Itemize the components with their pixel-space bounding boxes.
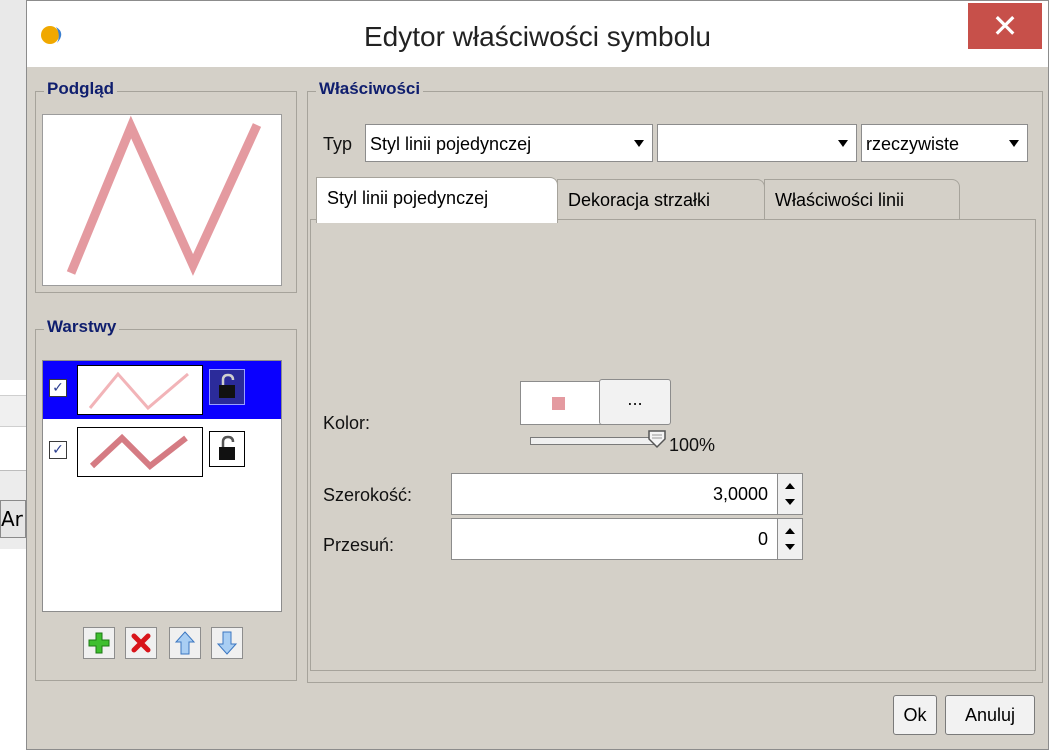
layers-group: Warstwy ✓ ✓ bbox=[35, 317, 297, 681]
layer-visible-checkbox-2[interactable]: ✓ bbox=[49, 441, 67, 459]
layers-list[interactable]: ✓ ✓ bbox=[42, 360, 282, 612]
stepper-down-icon[interactable] bbox=[785, 499, 795, 505]
color-swatch[interactable] bbox=[520, 381, 602, 425]
close-icon: ✕ bbox=[991, 7, 1019, 45]
type-select-value: Styl linii pojedynczej bbox=[370, 134, 532, 154]
delete-layer-button[interactable] bbox=[125, 627, 157, 659]
add-layer-button[interactable] bbox=[83, 627, 115, 659]
layer-thumbnail-2 bbox=[77, 427, 203, 477]
dialog-title: Edytor właściwości symbolu bbox=[364, 21, 711, 52]
preview-canvas bbox=[42, 114, 282, 286]
offset-label: Przesuń: bbox=[323, 535, 395, 555]
title-bar: Edytor właściwości symbolu ✕ bbox=[27, 1, 1048, 67]
ok-button[interactable]: Ok bbox=[893, 695, 937, 735]
background-panel bbox=[0, 0, 27, 380]
layers-label: Warstwy bbox=[44, 317, 120, 337]
tab-single-line-style[interactable]: Styl linii pojedynczej bbox=[316, 177, 558, 223]
opacity-slider-handle[interactable] bbox=[647, 429, 667, 449]
preview-label: Podgląd bbox=[44, 79, 118, 99]
opacity-slider[interactable] bbox=[530, 437, 660, 445]
width-label: Szerokość: bbox=[323, 485, 413, 505]
offset-stepper[interactable] bbox=[777, 519, 802, 559]
offset-value: 0 bbox=[757, 529, 768, 549]
layer-item-1[interactable]: ✓ bbox=[43, 361, 281, 419]
layer-thumbnail-1 bbox=[77, 365, 203, 415]
color-preview bbox=[552, 397, 565, 410]
opacity-value: 100% bbox=[669, 435, 716, 455]
stepper-down-icon[interactable] bbox=[785, 544, 795, 550]
arrow-up-icon bbox=[174, 631, 196, 655]
move-layer-up-button[interactable] bbox=[169, 627, 201, 659]
width-spinbox[interactable]: 3,0000 bbox=[451, 473, 803, 515]
unit-select-value: rzeczywiste bbox=[866, 134, 960, 154]
choose-color-button[interactable]: ... bbox=[599, 379, 671, 425]
offset-spinbox[interactable]: 0 bbox=[451, 518, 803, 560]
tab-line-properties[interactable]: Właściwości linii bbox=[764, 179, 960, 221]
chevron-down-icon bbox=[838, 140, 848, 147]
color-label: Kolor: bbox=[323, 413, 371, 433]
stepper-up-icon[interactable] bbox=[785, 528, 795, 534]
preview-group: Podgląd bbox=[35, 79, 297, 293]
background-strip bbox=[0, 395, 26, 427]
move-layer-down-button[interactable] bbox=[211, 627, 243, 659]
background-button[interactable]: Ar bbox=[0, 500, 26, 538]
stepper-up-icon[interactable] bbox=[785, 483, 795, 489]
background-button-label: Ar bbox=[1, 507, 23, 531]
delete-icon bbox=[131, 633, 151, 653]
cancel-button[interactable]: Anuluj bbox=[945, 695, 1035, 735]
tab-arrow-decoration[interactable]: Dekoracja strzałki bbox=[557, 179, 765, 221]
close-button[interactable]: ✕ bbox=[968, 3, 1042, 49]
type-label: Typ bbox=[323, 134, 353, 154]
width-value: 3,0000 bbox=[712, 484, 768, 504]
lock-open-icon[interactable] bbox=[209, 369, 245, 405]
type-select[interactable]: Styl linii pojedynczej bbox=[365, 124, 653, 162]
layer-visible-checkbox-1[interactable]: ✓ bbox=[49, 379, 67, 397]
add-icon bbox=[88, 632, 110, 654]
preview-line-symbol bbox=[66, 115, 262, 276]
properties-label: Właściwości bbox=[316, 79, 424, 99]
arrow-down-icon bbox=[216, 631, 238, 655]
symbol-properties-dialog: Edytor właściwości symbolu ✕ Podgląd War… bbox=[26, 0, 1049, 750]
chevron-down-icon bbox=[1009, 140, 1019, 147]
lock-open-icon[interactable] bbox=[209, 431, 245, 467]
chevron-down-icon bbox=[634, 140, 644, 147]
subtype-select[interactable] bbox=[657, 124, 857, 162]
unit-select[interactable]: rzeczywiste bbox=[861, 124, 1028, 162]
width-stepper[interactable] bbox=[777, 474, 802, 514]
layer-item-2[interactable]: ✓ bbox=[43, 423, 281, 481]
